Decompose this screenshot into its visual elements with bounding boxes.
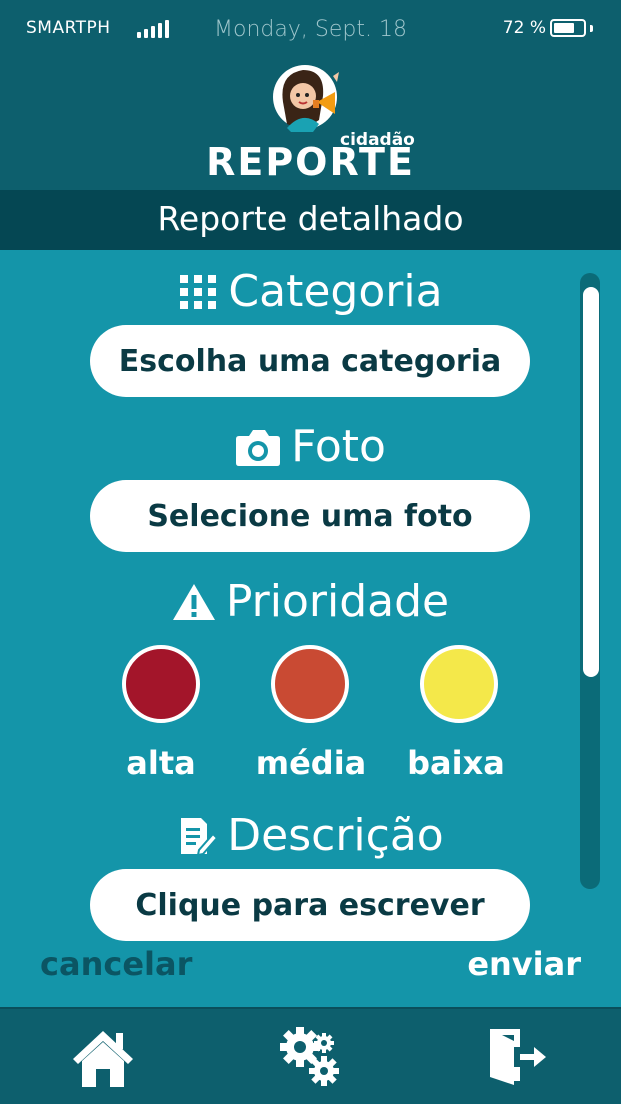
- write-description-button[interactable]: Clique para escrever: [90, 869, 530, 941]
- nav-settings-button[interactable]: [276, 1023, 346, 1093]
- bottom-nav: [0, 1007, 621, 1104]
- battery-percent: 72 %: [502, 18, 546, 38]
- photo-heading: Foto: [0, 421, 621, 472]
- logout-icon: [490, 1029, 546, 1085]
- cancel-button[interactable]: cancelar: [40, 945, 192, 983]
- priority-high-label: alta: [126, 744, 196, 782]
- app-header: SMARTPH Monday, Sept. 18 72 % cidadão RE…: [0, 0, 621, 190]
- battery-indicator: 72 %: [503, 18, 593, 38]
- battery-icon: [550, 19, 586, 37]
- home-icon: [73, 1031, 133, 1087]
- priority-title: Prioridade: [225, 576, 450, 627]
- description-title: Descrição: [227, 810, 444, 861]
- grid-icon: [180, 274, 217, 309]
- category-heading: Categoria: [0, 266, 621, 317]
- priority-low-option[interactable]: [420, 645, 498, 723]
- camera-icon: [236, 429, 281, 466]
- photo-title: Foto: [291, 421, 386, 472]
- send-button[interactable]: enviar: [467, 945, 581, 983]
- logo-title: REPORTE: [206, 140, 415, 184]
- warning-icon: [172, 583, 215, 620]
- select-photo-button[interactable]: Selecione uma foto: [90, 480, 530, 552]
- priority-high-option[interactable]: [122, 645, 200, 723]
- priority-medium-label: média: [255, 744, 367, 782]
- battery-level-fill: [554, 23, 575, 33]
- choose-category-button[interactable]: Escolha uma categoria: [90, 325, 530, 397]
- scrollbar-thumb[interactable]: [583, 287, 599, 677]
- category-title: Categoria: [228, 266, 443, 317]
- page-title: Reporte detalhado: [0, 190, 621, 250]
- mascot-logo-icon: [273, 65, 339, 132]
- description-heading: Descrição: [0, 810, 621, 861]
- battery-tip: [590, 24, 593, 32]
- priority-heading: Prioridade: [0, 576, 621, 627]
- nav-logout-button[interactable]: [482, 1023, 552, 1093]
- document-edit-icon: [181, 817, 218, 856]
- nav-home-button[interactable]: [68, 1023, 138, 1093]
- priority-low-label: baixa: [407, 744, 505, 782]
- priority-medium-option[interactable]: [271, 645, 349, 723]
- gears-icon: [280, 1027, 339, 1086]
